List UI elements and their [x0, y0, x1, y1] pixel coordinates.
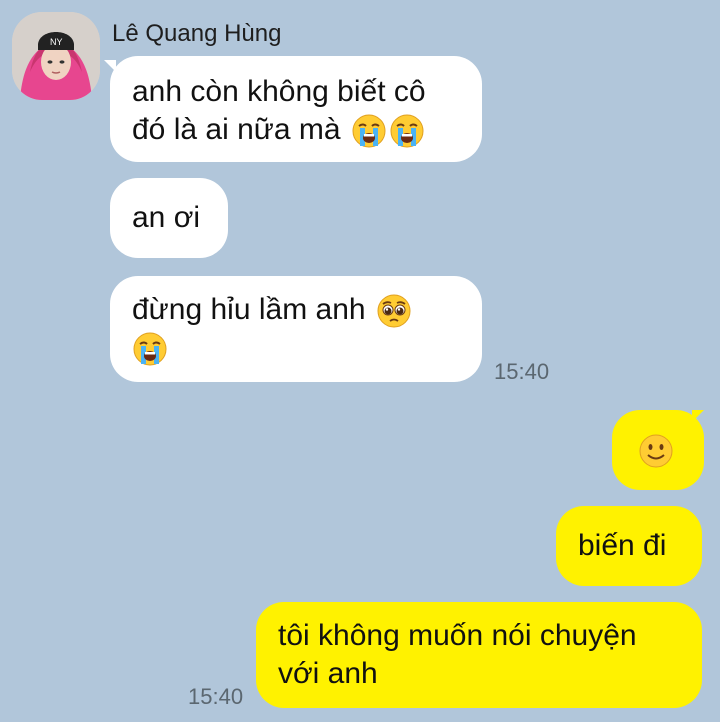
- message-timestamp: 15:40: [494, 359, 550, 384]
- message-text: biến đi: [578, 529, 667, 562]
- message-text: tôi không muốn nói chuyện với anh: [278, 619, 637, 690]
- slightly-smiling-face-icon: [638, 433, 674, 469]
- message-timestamp: 15:40: [188, 684, 244, 709]
- outgoing-message[interactable]: [612, 410, 704, 490]
- loudly-crying-face-icon: [351, 113, 387, 149]
- svg-text:NY: NY: [50, 37, 63, 47]
- loudly-crying-face-icon: [132, 331, 168, 367]
- incoming-message[interactable]: an ơi: [110, 178, 228, 258]
- message-text: an ơi: [132, 201, 201, 234]
- contact-avatar[interactable]: NY: [12, 12, 100, 100]
- pleading-face-icon: [376, 293, 412, 329]
- incoming-message[interactable]: anh còn không biết cô đó là ai nữa mà: [110, 56, 482, 162]
- incoming-message[interactable]: đừng hỉu lầm anh: [110, 276, 482, 382]
- outgoing-message[interactable]: biến đi: [556, 506, 702, 586]
- message-text: đừng hỉu lầm anh: [132, 293, 366, 326]
- loudly-crying-face-icon: [389, 113, 425, 149]
- avatar-image: NY: [12, 12, 100, 100]
- outgoing-message[interactable]: tôi không muốn nói chuyện với anh: [256, 602, 702, 708]
- sender-name: Lê Quang Hùng: [112, 20, 282, 47]
